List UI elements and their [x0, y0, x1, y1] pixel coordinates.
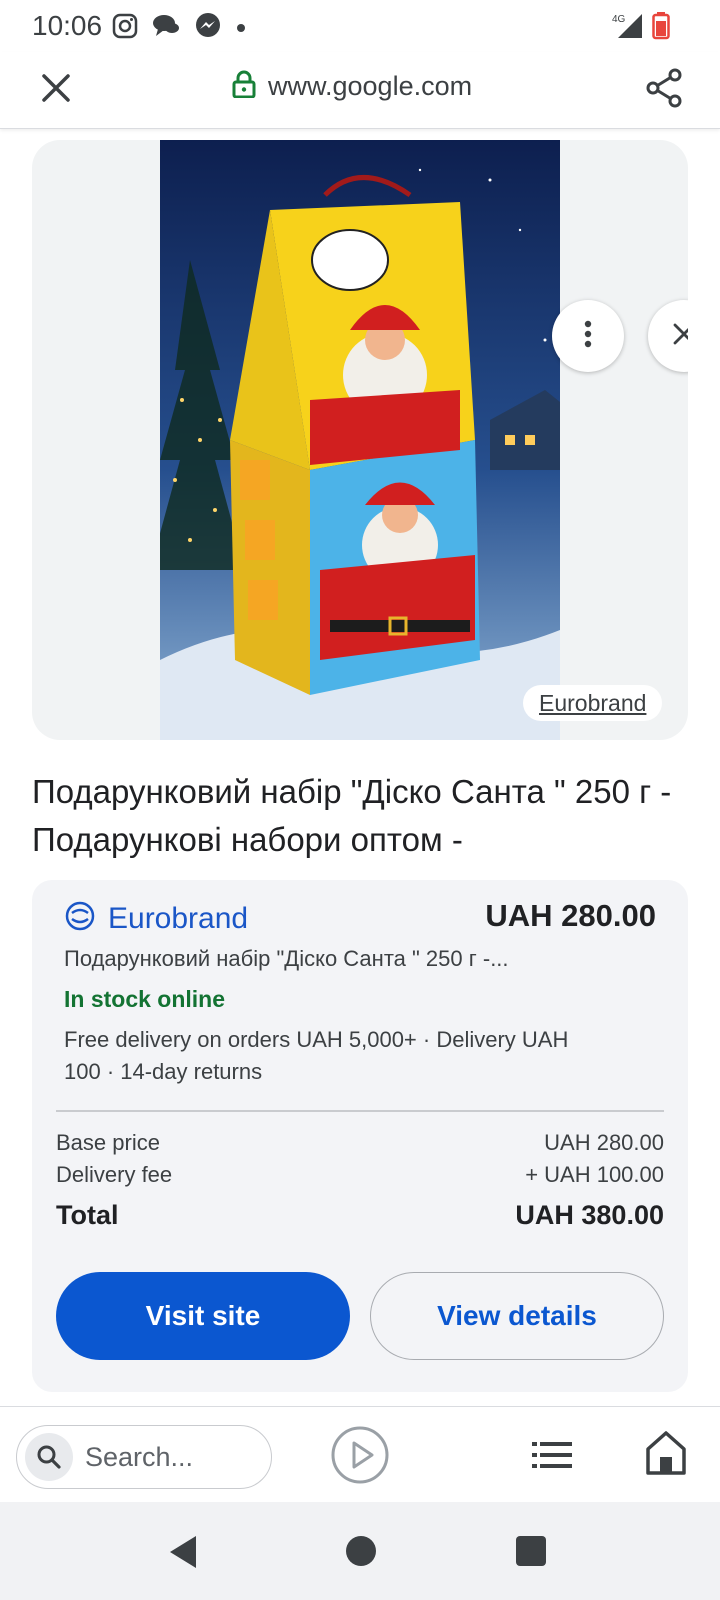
total-row: Total UAH 380.00 — [56, 1200, 664, 1231]
status-time: 10:06 — [32, 10, 103, 41]
view-details-button[interactable]: View details — [370, 1272, 664, 1360]
image-preview-card — [32, 140, 688, 740]
home-circle-icon[interactable] — [346, 1536, 376, 1566]
base-price-row: Base price UAH 280.00 — [56, 1130, 664, 1156]
search-placeholder: Search... — [85, 1441, 194, 1472]
chat-bubbles-icon — [152, 13, 180, 44]
base-price-value: UAH 280.00 — [544, 1130, 664, 1155]
list-icon[interactable] — [530, 1435, 574, 1475]
image-source-link[interactable]: Eurobrand — [523, 685, 663, 721]
base-price-label: Base price — [56, 1130, 160, 1155]
share-icon[interactable] — [642, 66, 686, 110]
delivery-fee-value: + UAH 100.00 — [525, 1162, 664, 1187]
shipping-info: Free delivery on orders UAH 5,000+ · Del… — [64, 1027, 569, 1084]
product-title[interactable]: Подарунковий набір "Діско Санта " 250 г … — [32, 768, 692, 864]
status-bar: 10:06 4G — [0, 0, 720, 52]
search-icon — [25, 1433, 73, 1481]
delivery-fee-row: Delivery fee + UAH 100.00 — [56, 1162, 664, 1188]
product-image[interactable] — [150, 140, 560, 740]
close-preview-button[interactable] — [648, 300, 688, 372]
back-icon[interactable] — [168, 1534, 198, 1575]
messenger-icon — [194, 12, 222, 45]
total-value: UAH 380.00 — [515, 1200, 664, 1230]
merchant-name: Eurobrand — [108, 901, 249, 935]
divider — [56, 1110, 664, 1112]
merchant-row[interactable]: Eurobrand — [64, 900, 248, 937]
system-icons — [616, 12, 670, 45]
play-icon[interactable] — [330, 1425, 390, 1485]
stock-status: In stock online — [64, 986, 226, 1012]
visit-site-button[interactable]: Visit site — [56, 1272, 350, 1360]
offer-description: Подарунковий набір "Діско Санта " 250 г … — [64, 946, 509, 971]
close-icon — [672, 322, 688, 351]
offer-card: Eurobrand UAH 280.00 Подарунковий набір … — [32, 880, 688, 1392]
offer-price: UAH 280.00 — [485, 898, 656, 933]
more-notifications-dot-icon — [236, 20, 246, 38]
bottom-toolbar: Search... — [0, 1406, 720, 1503]
lock-icon — [232, 70, 256, 103]
browser-url-bar: www.google.com — [0, 52, 720, 129]
recents-icon[interactable] — [516, 1536, 546, 1566]
home-icon[interactable] — [644, 1429, 688, 1477]
instagram-icon — [112, 13, 138, 44]
url-text: www.google.com — [268, 71, 473, 101]
close-tab-icon[interactable] — [36, 68, 76, 108]
more-options-button[interactable] — [552, 300, 624, 372]
total-label: Total — [56, 1200, 119, 1230]
signal-icon — [616, 12, 644, 45]
url-display[interactable]: www.google.com — [232, 70, 472, 103]
notification-icons — [112, 12, 246, 45]
search-box[interactable]: Search... — [16, 1425, 272, 1489]
battery-icon — [652, 12, 670, 45]
system-nav-bar — [0, 1502, 720, 1600]
delivery-fee-label: Delivery fee — [56, 1162, 173, 1187]
merchant-logo-icon — [64, 900, 96, 937]
more-vert-icon — [584, 320, 592, 353]
